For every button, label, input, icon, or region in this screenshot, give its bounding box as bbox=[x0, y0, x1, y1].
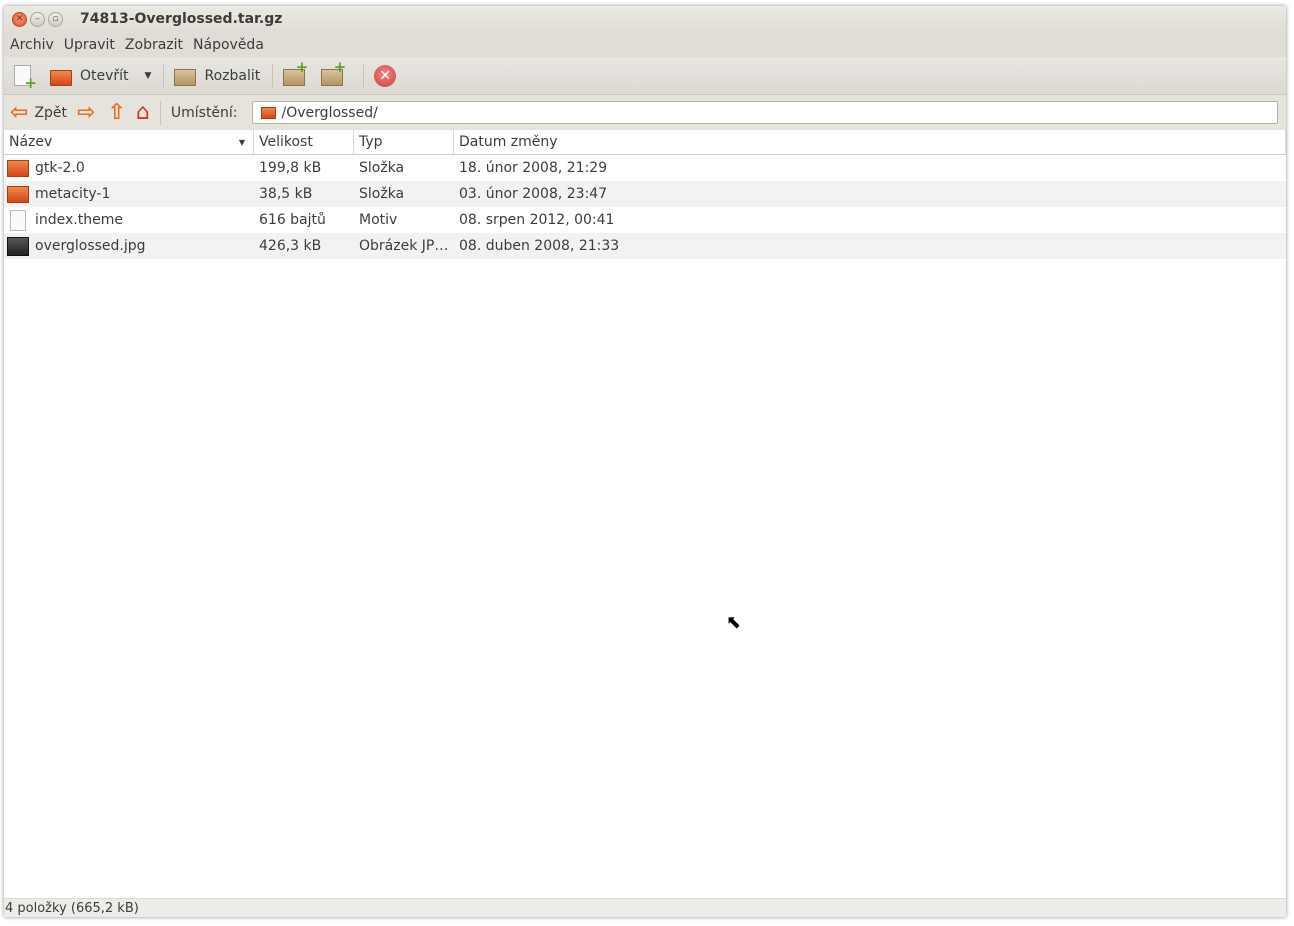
folder-icon bbox=[260, 106, 276, 119]
home-icon[interactable]: ⌂ bbox=[136, 100, 150, 125]
menu-archiv[interactable]: Archiv bbox=[10, 37, 54, 53]
open-dropdown-button[interactable]: ▼ bbox=[137, 71, 152, 81]
file-row[interactable]: gtk-2.0 199,8 kB Složka 18. únor 2008, 2… bbox=[4, 155, 1286, 181]
file-size: 426,3 kB bbox=[259, 238, 322, 254]
stop-button[interactable]: ✕ bbox=[374, 64, 397, 87]
file-type: Obrázek JP… bbox=[359, 238, 449, 254]
extract-button[interactable]: Rozbalit bbox=[174, 65, 260, 87]
file-type: Motiv bbox=[359, 212, 398, 228]
file-name-cell: metacity-1 bbox=[4, 185, 254, 203]
add-folder-icon: + bbox=[321, 59, 346, 87]
column-header: Název ▼ Velikost Typ Datum změny bbox=[4, 130, 1286, 155]
text-icon bbox=[10, 209, 26, 231]
location-label: Umístění: bbox=[170, 104, 238, 121]
back-button[interactable]: Zpět bbox=[34, 105, 67, 121]
extract-label: Rozbalit bbox=[204, 67, 261, 84]
location-separator bbox=[159, 100, 161, 125]
image-icon bbox=[7, 236, 29, 256]
forward-arrow-icon[interactable]: ⇨ bbox=[77, 100, 95, 125]
extract-box-icon bbox=[174, 65, 197, 87]
stop-icon: ✕ bbox=[374, 64, 397, 87]
column-date[interactable]: Datum změny bbox=[454, 130, 1286, 154]
file-date: 08. srpen 2012, 00:41 bbox=[459, 212, 615, 228]
file-size: 199,8 kB bbox=[259, 160, 322, 176]
new-document-icon: + bbox=[12, 64, 37, 90]
file-name: index.theme bbox=[35, 212, 123, 228]
up-arrow-icon[interactable]: ⇧ bbox=[107, 100, 125, 125]
file-date: 18. únor 2008, 21:29 bbox=[459, 160, 608, 176]
file-name: gtk-2.0 bbox=[35, 160, 85, 176]
new-archive-button[interactable]: + bbox=[12, 64, 42, 90]
location-bar: ⇦ Zpět ⇨ ⇧ ⌂ Umístění: /Overglossed/ bbox=[4, 95, 1286, 130]
mouse-cursor-icon: ⬉ bbox=[726, 612, 742, 633]
toolbar-separator bbox=[363, 63, 365, 88]
archive-manager-window: ✕ – ▫ 74813-Overglossed.tar.gz Archiv Up… bbox=[4, 6, 1286, 917]
toolbar-separator bbox=[272, 63, 274, 88]
file-name: metacity-1 bbox=[35, 186, 111, 202]
back-arrow-icon[interactable]: ⇦ bbox=[10, 100, 28, 125]
file-name-cell: gtk-2.0 bbox=[4, 159, 254, 177]
minimize-window-button[interactable]: – bbox=[30, 11, 45, 27]
menu-zobrazit[interactable]: Zobrazit bbox=[125, 37, 183, 53]
menu-bar: Archiv Upravit Zobrazit Nápověda bbox=[4, 32, 1286, 57]
status-bar: 4 položky (665,2 kB) bbox=[4, 898, 1286, 917]
file-size: 616 bajtů bbox=[259, 212, 326, 228]
window-title: 74813-Overglossed.tar.gz bbox=[80, 11, 283, 27]
close-window-button[interactable]: ✕ bbox=[12, 11, 27, 27]
column-size[interactable]: Velikost bbox=[254, 130, 354, 154]
file-row[interactable]: index.theme 616 bajtů Motiv 08. srpen 20… bbox=[4, 207, 1286, 233]
file-date: 03. únor 2008, 23:47 bbox=[459, 186, 608, 202]
add-files-button[interactable]: + bbox=[283, 59, 313, 87]
open-button[interactable]: Otevřít bbox=[50, 65, 129, 87]
column-name[interactable]: Název ▼ bbox=[4, 130, 254, 154]
menu-napoveda[interactable]: Nápověda bbox=[193, 37, 264, 53]
open-label: Otevřít bbox=[80, 67, 129, 84]
add-folder-button[interactable]: + bbox=[321, 59, 351, 87]
menu-upravit[interactable]: Upravit bbox=[64, 37, 115, 53]
column-name-label: Název bbox=[9, 134, 53, 150]
file-type: Složka bbox=[359, 160, 405, 176]
toolbar-separator bbox=[163, 63, 165, 88]
file-name-cell: index.theme bbox=[4, 209, 254, 231]
dropdown-arrow-icon: ▼ bbox=[144, 70, 152, 81]
file-date: 08. duben 2008, 21:33 bbox=[459, 238, 620, 254]
file-name: overglossed.jpg bbox=[35, 238, 146, 254]
maximize-window-button[interactable]: ▫ bbox=[48, 11, 63, 27]
title-bar: ✕ – ▫ 74813-Overglossed.tar.gz bbox=[4, 6, 1286, 32]
folder-icon bbox=[7, 185, 29, 203]
column-type[interactable]: Typ bbox=[354, 130, 454, 154]
file-row[interactable]: metacity-1 38,5 kB Složka 03. únor 2008,… bbox=[4, 181, 1286, 207]
folder-icon bbox=[7, 159, 29, 177]
file-size: 38,5 kB bbox=[259, 186, 313, 202]
location-path: /Overglossed/ bbox=[281, 104, 378, 121]
add-files-icon: + bbox=[283, 59, 308, 87]
sort-arrow-icon: ▼ bbox=[238, 137, 245, 147]
toolbar: + Otevřít ▼ Rozbalit + + ✕ bbox=[4, 57, 1286, 95]
file-name-cell: overglossed.jpg bbox=[4, 236, 254, 256]
file-row[interactable]: overglossed.jpg 426,3 kB Obrázek JP… 08.… bbox=[4, 233, 1286, 259]
file-type: Složka bbox=[359, 186, 405, 202]
open-folder-icon bbox=[50, 65, 72, 87]
file-list: gtk-2.0 199,8 kB Složka 18. únor 2008, 2… bbox=[4, 155, 1286, 259]
location-input[interactable]: /Overglossed/ bbox=[251, 101, 1278, 124]
